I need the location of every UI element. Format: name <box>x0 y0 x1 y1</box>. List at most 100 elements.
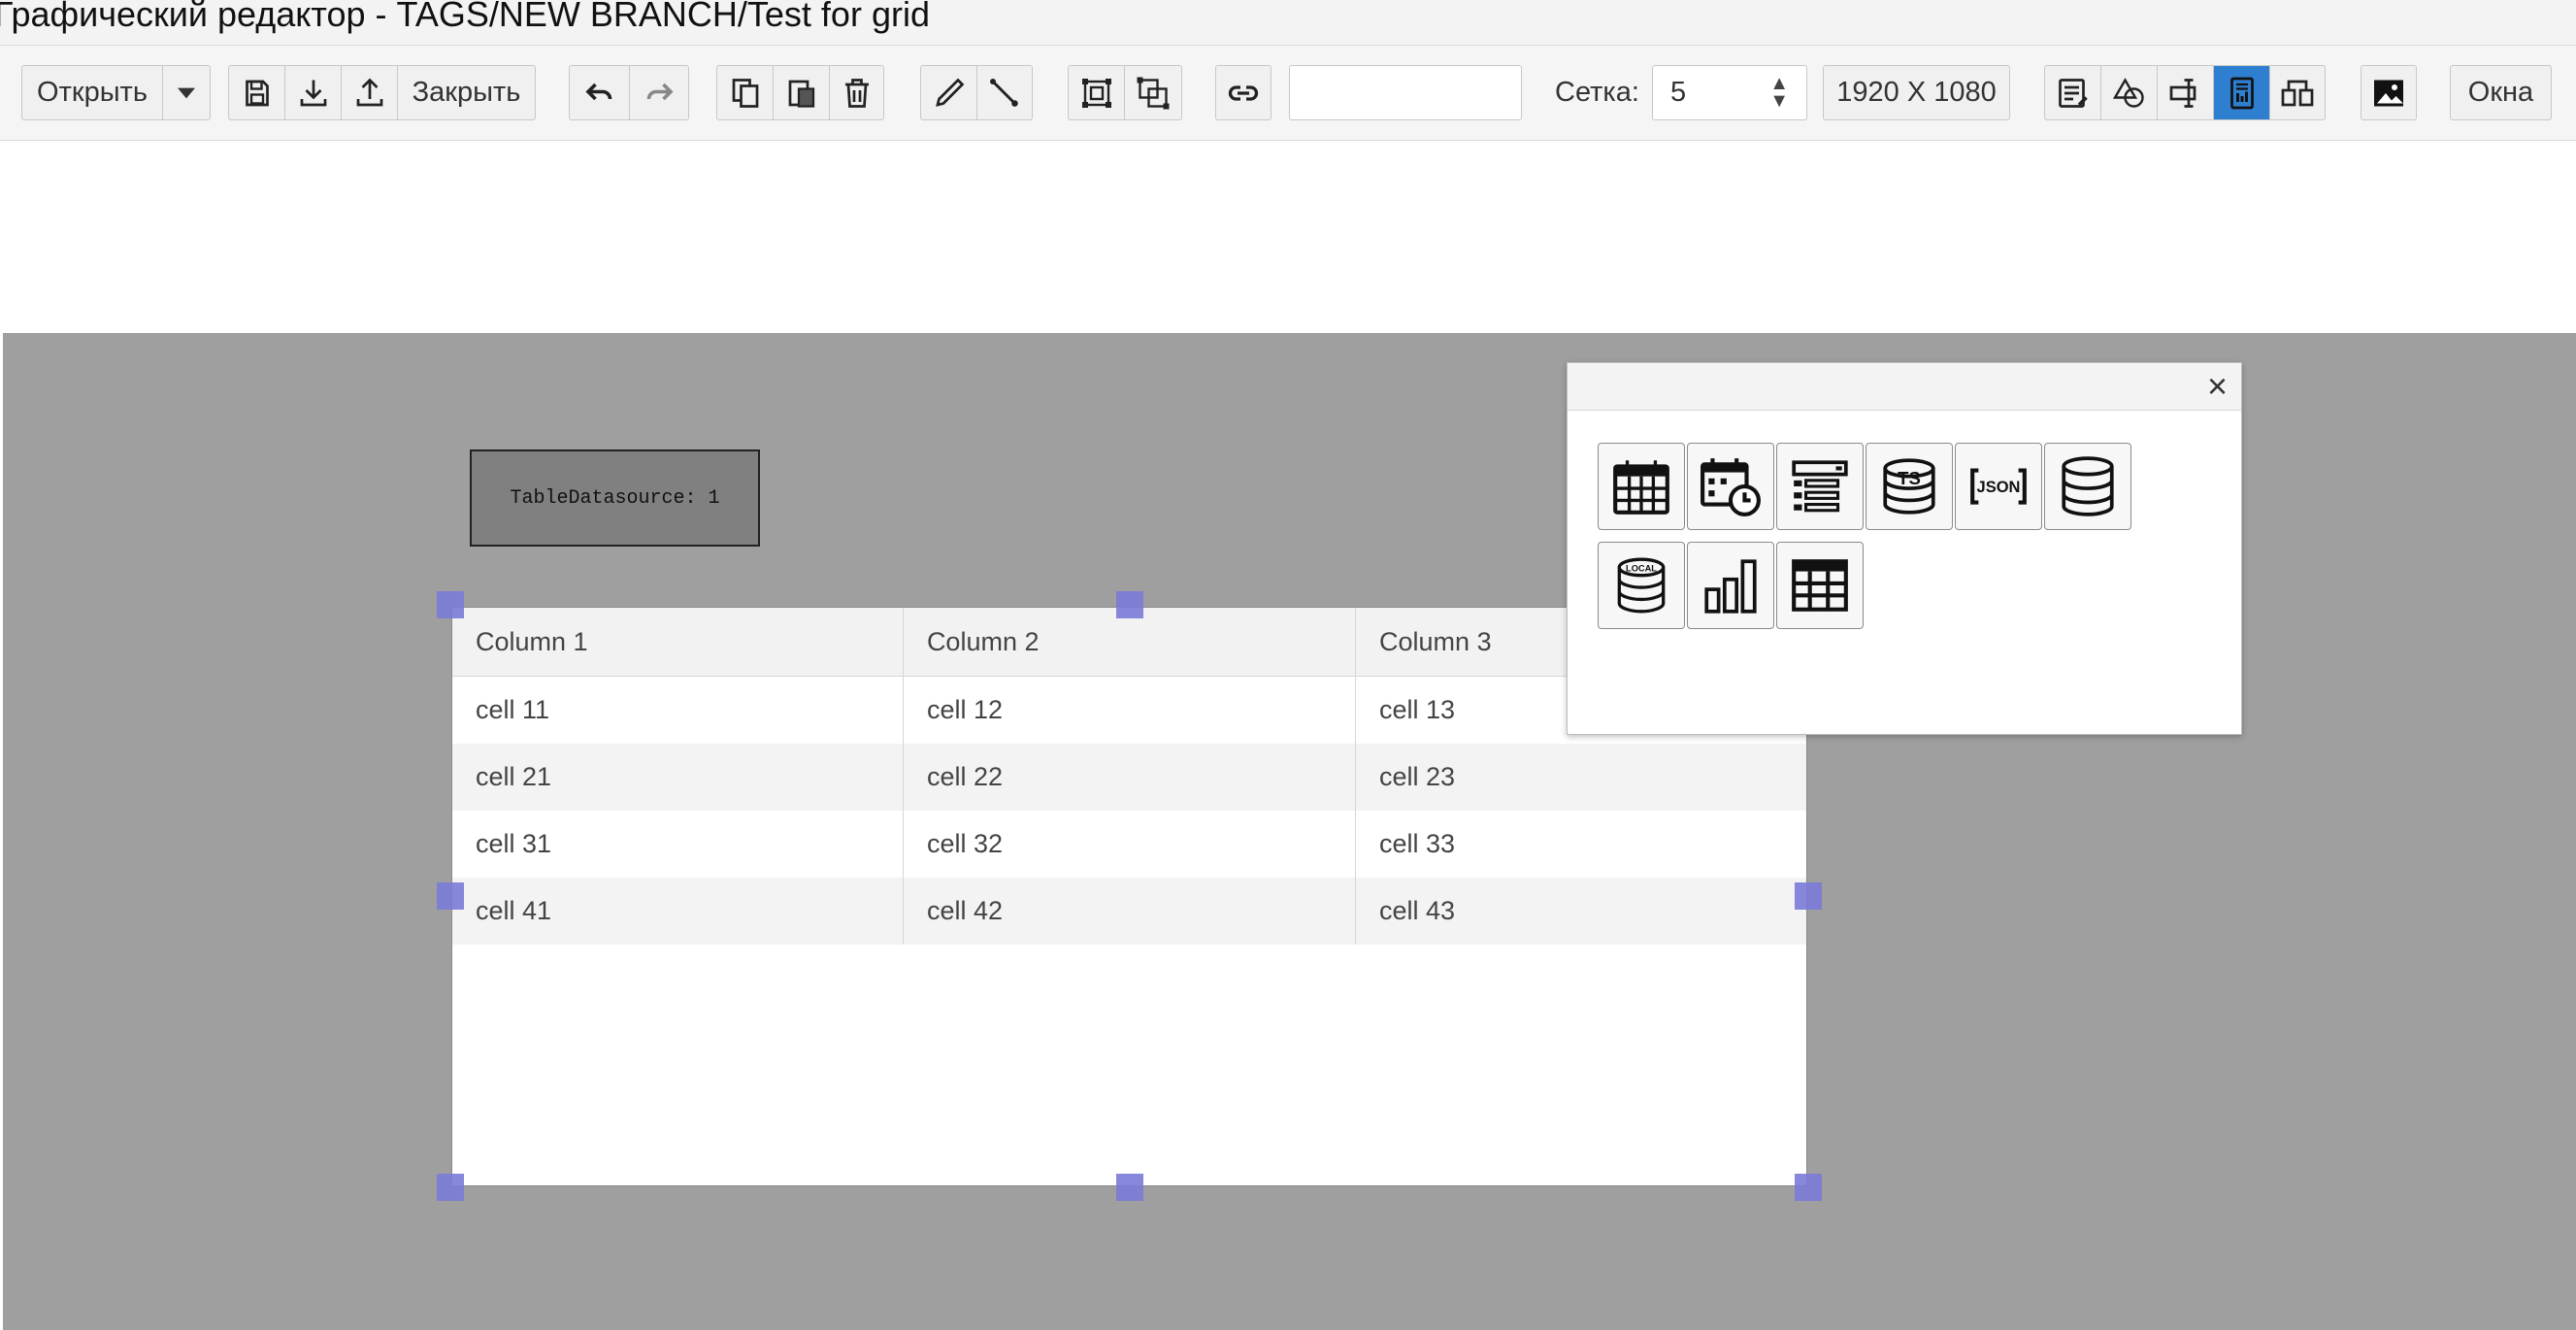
svg-text:JSON: JSON <box>1977 479 2021 496</box>
link-group <box>1215 65 1271 120</box>
grid-size-stepper[interactable]: 5 ▲ ▼ <box>1652 65 1807 120</box>
bar-chart-icon <box>1704 559 1757 614</box>
local-database-tool[interactable]: LOCAL <box>1598 542 1685 629</box>
resize-handle-left[interactable] <box>437 882 464 910</box>
paste-button[interactable] <box>774 66 830 119</box>
resize-handle-top[interactable] <box>1116 591 1143 618</box>
svg-text:LOCAL: LOCAL <box>1626 564 1657 574</box>
open-button[interactable]: Открыть <box>22 66 163 119</box>
save-icon <box>245 80 269 106</box>
copy-icon <box>732 78 758 108</box>
table-cell: cell 33 <box>1379 829 1456 858</box>
resize-handle-top-left[interactable] <box>437 591 464 618</box>
group-button[interactable] <box>1069 66 1125 119</box>
list-tool[interactable] <box>1776 443 1864 530</box>
chevron-down-icon <box>178 87 195 98</box>
grid-size-value: 5 <box>1670 77 1687 108</box>
table-cell: cell 12 <box>903 676 1357 744</box>
list-icon <box>1792 460 1848 513</box>
json-icon: JSON <box>1970 468 2027 505</box>
table-cell: cell 11 <box>452 676 904 744</box>
column-header[interactable]: Column 1 <box>452 608 904 677</box>
group-icon <box>1081 78 1111 108</box>
table-calendar-icon <box>1613 460 1669 515</box>
grid-label: Сетка: <box>1555 77 1639 108</box>
close-icon[interactable]: × <box>2207 369 2228 404</box>
resize-handle-bottom-right[interactable] <box>1795 1174 1822 1201</box>
scene-button[interactable] <box>2270 66 2325 119</box>
table-row[interactable]: cell 41 cell 42 cell 43 <box>452 878 1806 945</box>
close-button[interactable]: Закрыть <box>398 66 535 119</box>
local-database-icon: LOCAL <box>1617 557 1666 614</box>
ts-database-tool[interactable]: TS <box>1866 443 1953 530</box>
download-button[interactable] <box>285 66 342 119</box>
resize-handle-bottom[interactable] <box>1116 1174 1143 1201</box>
datasource-panel-button[interactable] <box>2214 66 2270 119</box>
table-cell: cell 23 <box>1355 744 1806 811</box>
draw-group <box>920 65 1033 120</box>
properties-icon <box>2058 78 2088 108</box>
upload-button[interactable] <box>342 66 398 119</box>
widget-icon <box>2169 78 2196 108</box>
clipboard-group <box>716 65 884 120</box>
upload-icon <box>356 78 382 106</box>
redo-button[interactable] <box>630 66 688 119</box>
table-datasource-element[interactable]: TableDatasource: 1 <box>470 449 760 547</box>
delete-button[interactable] <box>830 66 883 119</box>
undo-icon <box>584 83 611 100</box>
svg-text:TS: TS <box>1898 468 1921 488</box>
save-button[interactable] <box>229 66 285 119</box>
pen-button[interactable] <box>921 66 977 119</box>
link-input[interactable] <box>1289 65 1522 120</box>
window-title: Графический редактор - TAGS/NEW BRANCH/T… <box>0 0 930 34</box>
scene-icon <box>2281 80 2314 106</box>
shapes-button[interactable] <box>2101 66 2158 119</box>
table-cell: cell 41 <box>452 878 904 945</box>
database-tool[interactable] <box>2044 443 2131 530</box>
image-button[interactable] <box>2361 66 2416 119</box>
database-icon <box>2062 456 2114 516</box>
download-icon <box>300 80 326 106</box>
widgets-button[interactable] <box>2158 66 2214 119</box>
ungroup-icon <box>1137 77 1170 109</box>
resize-handle-bottom-left[interactable] <box>437 1174 464 1201</box>
table-cell: cell 42 <box>903 878 1357 945</box>
panels-group <box>2044 65 2326 120</box>
open-dropdown-button[interactable] <box>163 66 210 119</box>
copy-button[interactable] <box>717 66 774 119</box>
link-button[interactable] <box>1216 66 1271 119</box>
table-cell: cell 21 <box>452 744 904 811</box>
datasource-palette: × TS JSON LOCAL <box>1567 362 2242 735</box>
table-cell: cell 22 <box>903 744 1357 811</box>
table-cell: cell 43 <box>1355 878 1806 945</box>
spinner-arrows-icon[interactable]: ▲ ▼ <box>1769 74 1789 111</box>
grid-table-tool[interactable] <box>1776 542 1864 629</box>
line-button[interactable] <box>977 66 1032 119</box>
resize-handle-right[interactable] <box>1795 882 1822 910</box>
calendar-clock-tool[interactable] <box>1687 443 1774 530</box>
table-calendar-tool[interactable] <box>1598 443 1685 530</box>
file-group: Закрыть <box>228 65 536 120</box>
properties-button[interactable] <box>2045 66 2101 119</box>
table-row[interactable]: cell 21 cell 22 cell 23 <box>452 744 1806 811</box>
resolution-display[interactable]: 1920 X 1080 <box>1823 65 2010 120</box>
calendar-clock-icon <box>1701 458 1761 516</box>
table-row[interactable]: cell 31 cell 32 cell 33 <box>452 811 1806 878</box>
image-group <box>2361 65 2417 120</box>
title-bar: Графический редактор - TAGS/NEW BRANCH/T… <box>0 0 2576 46</box>
windows-button[interactable]: Окна <box>2450 65 2552 120</box>
pen-icon <box>935 78 964 107</box>
table-cell: cell 32 <box>903 811 1357 878</box>
palette-header[interactable]: × <box>1568 363 2241 411</box>
ungroup-button[interactable] <box>1125 66 1181 119</box>
image-icon <box>2374 80 2403 106</box>
bar-chart-tool[interactable] <box>1687 542 1774 629</box>
link-icon <box>1228 84 1259 101</box>
ts-database-icon: TS <box>1883 458 1935 515</box>
trash-icon <box>844 78 869 108</box>
undo-button[interactable] <box>570 66 630 119</box>
history-group <box>569 65 689 120</box>
group-ungroup-group <box>1068 65 1182 120</box>
json-tool[interactable]: JSON <box>1955 443 2042 530</box>
open-group: Открыть <box>21 65 211 120</box>
